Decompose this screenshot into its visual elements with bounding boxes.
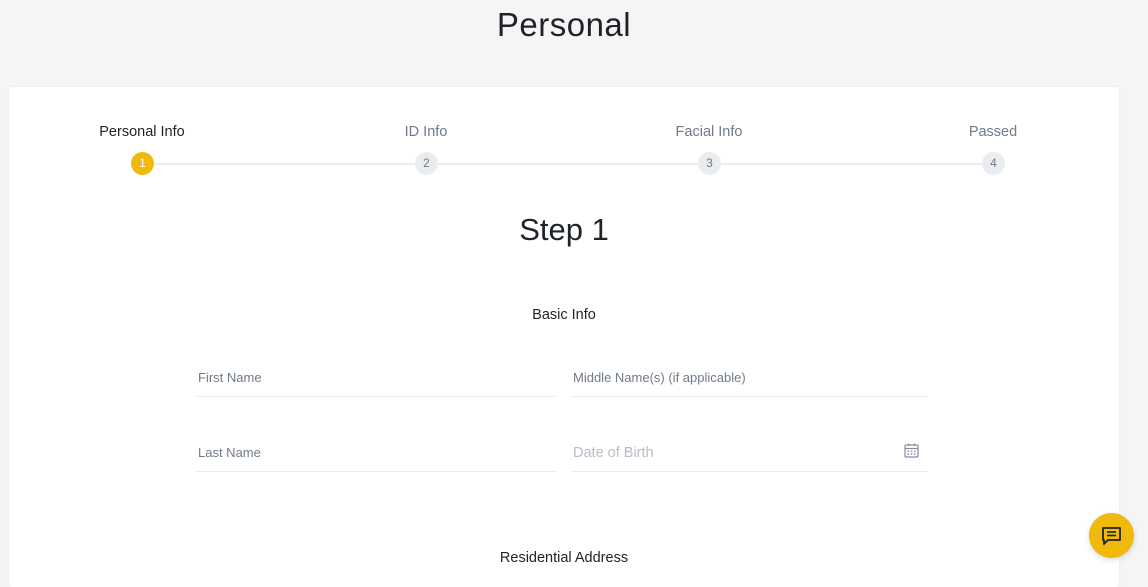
middle-name-input[interactable] <box>571 359 928 396</box>
residential-address-title: Residential Address <box>499 550 629 566</box>
middle-name-field <box>571 359 928 397</box>
step-label: ID Info <box>404 124 448 140</box>
step-number-3: 3 <box>698 152 721 175</box>
first-name-field <box>196 359 556 397</box>
date-of-birth-field <box>571 434 928 472</box>
basic-info-title: Basic Info <box>532 307 596 323</box>
last-name-field <box>196 434 556 472</box>
form-card <box>9 87 1119 587</box>
chat-button[interactable] <box>1089 513 1134 558</box>
page-title: Personal <box>496 6 632 43</box>
step-label: Personal Info <box>99 124 185 140</box>
step-label: Facial Info <box>675 124 743 140</box>
first-name-input[interactable] <box>196 359 556 396</box>
step-number-4: 4 <box>982 152 1005 175</box>
step-number-1: 1 <box>131 152 154 175</box>
date-of-birth-input[interactable] <box>571 434 928 471</box>
step-id-info: ID Info <box>326 122 526 142</box>
last-name-input[interactable] <box>196 434 556 471</box>
step-label: Passed <box>968 124 1018 140</box>
step-facial-info: Facial Info <box>609 122 809 142</box>
step-number-2: 2 <box>415 152 438 175</box>
stepper-track <box>142 163 993 165</box>
step-personal-info: Personal Info <box>42 122 242 142</box>
step-passed: Passed <box>893 122 1093 142</box>
step-heading: Step 1 <box>519 212 609 247</box>
calendar-icon[interactable] <box>904 443 919 458</box>
